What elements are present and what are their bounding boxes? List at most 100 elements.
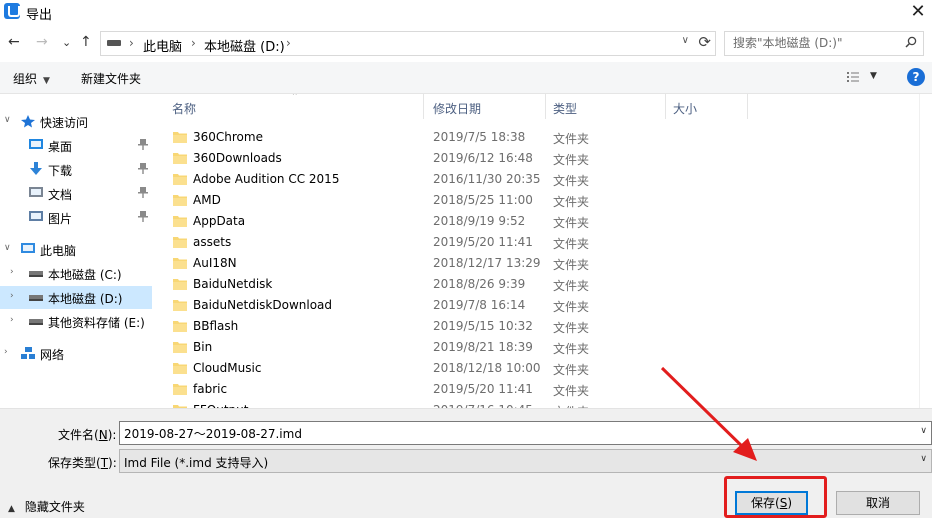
file-name: BaiduNetdisk: [193, 277, 273, 291]
hide-folders-toggle[interactable]: ▲ 隐藏文件夹: [8, 498, 85, 515]
file-row[interactable]: AMD 2018/5/25 11:00 文件夹: [153, 190, 919, 211]
sidebar-item[interactable]: › 本地磁盘 (D:): [0, 286, 152, 309]
sidebar-item-label: 下载: [48, 164, 73, 178]
column-size[interactable]: 大小: [673, 100, 697, 117]
address-bar[interactable]: › 此电脑 › 本地磁盘 (D:) › ∨ ⟳: [100, 31, 716, 56]
file-row[interactable]: BBflash 2019/5/15 10:32 文件夹: [153, 316, 919, 337]
search-icon[interactable]: [905, 36, 917, 48]
sidebar-item-label: 快速访问: [40, 116, 89, 130]
search-box[interactable]: [724, 31, 924, 56]
star-icon: [20, 114, 36, 128]
file-row[interactable]: 360Chrome 2019/7/5 18:38 文件夹: [153, 127, 919, 148]
chevron-right-icon[interactable]: ›: [10, 291, 14, 301]
sidebar-item[interactable]: ∨ 快速访问: [0, 110, 152, 133]
chevron-down-icon[interactable]: ∨: [920, 454, 927, 464]
back-button[interactable]: ←: [8, 34, 20, 50]
chevron-down-icon[interactable]: ∨: [920, 426, 927, 436]
file-modified: 2019/5/20 11:41: [433, 382, 533, 396]
file-type: 文件夹: [553, 363, 590, 377]
sidebar-item[interactable]: › 网络: [0, 342, 152, 365]
sidebar-item[interactable]: 文档: [0, 182, 152, 205]
forward-button[interactable]: →: [36, 34, 48, 50]
breadcrumb-drive-d[interactable]: 本地磁盘 (D:): [204, 36, 285, 55]
sidebar-item[interactable]: › 本地磁盘 (C:): [0, 262, 152, 285]
download-icon: [28, 162, 44, 176]
file-name: fabric: [193, 382, 228, 396]
view-options-dropdown[interactable]: ▼: [870, 71, 877, 81]
sidebar-item[interactable]: 桌面: [0, 134, 152, 157]
column-divider[interactable]: [423, 94, 424, 119]
filetype-select[interactable]: Imd File (*.imd 支持导入) ∨: [119, 449, 932, 473]
file-type: 文件夹: [553, 342, 590, 356]
file-modified: 2018/5/25 11:00: [433, 193, 533, 207]
drive-icon: [28, 314, 44, 328]
sidebar-item[interactable]: 图片: [0, 206, 152, 229]
recent-locations-button[interactable]: ⌄: [62, 36, 71, 49]
sidebar-item-label: 本地磁盘 (C:): [48, 268, 122, 282]
file-row[interactable]: Adobe Audition CC 2015 2016/11/30 20:35 文件…: [153, 169, 919, 190]
column-divider[interactable]: [665, 94, 666, 119]
drive-icon: [28, 290, 44, 304]
chevron-right-icon[interactable]: ›: [4, 347, 8, 357]
file-modified: 2018/9/19 9:52: [433, 214, 526, 228]
breadcrumb-separator[interactable]: ›: [191, 36, 196, 50]
folder-icon: [173, 130, 187, 143]
search-input[interactable]: [733, 32, 905, 54]
breadcrumb-separator[interactable]: ›: [129, 36, 134, 50]
filename-input[interactable]: [120, 422, 900, 444]
file-modified: 2019/7/5 18:38: [433, 130, 526, 144]
folder-icon: [173, 172, 187, 185]
pin-icon: [138, 186, 148, 198]
vertical-scrollbar[interactable]: [919, 94, 932, 408]
drive-icon: [28, 266, 44, 280]
filename-field[interactable]: ∨: [119, 421, 932, 445]
sidebar-item[interactable]: › 其他资料存储 (E:): [0, 310, 152, 333]
view-details-icon[interactable]: [846, 70, 860, 84]
sidebar-item-label: 网络: [40, 348, 65, 362]
caret-down-icon: ▼: [43, 76, 50, 86]
window-title: 导出: [26, 8, 53, 23]
column-name[interactable]: 名称: [172, 100, 196, 117]
sidebar-item[interactable]: ∨ 此电脑: [0, 238, 152, 261]
folder-icon: [173, 214, 187, 227]
file-type: 文件夹: [553, 195, 590, 209]
filename-label: 文件名(N):: [58, 428, 117, 442]
file-name: 360Chrome: [193, 130, 263, 144]
up-button[interactable]: ↑: [80, 34, 92, 50]
file-row[interactable]: FFOutput2019/7/16 10:45文件夹: [153, 400, 919, 408]
column-modified[interactable]: 修改日期: [433, 100, 481, 117]
file-row[interactable]: 360Downloads 2019/6/12 16:48 文件夹: [153, 148, 919, 169]
chevron-right-icon[interactable]: ›: [10, 315, 14, 325]
organize-button[interactable]: 组织 ▼: [13, 70, 50, 87]
drive-icon: [107, 40, 121, 46]
breadcrumb-this-pc[interactable]: 此电脑: [143, 36, 182, 55]
help-icon[interactable]: ?: [907, 68, 925, 86]
file-type: 文件夹: [553, 321, 590, 335]
filetype-label: 保存类型(T):: [48, 456, 117, 470]
file-row[interactable]: assets 2019/5/20 11:41 文件夹: [153, 232, 919, 253]
chevron-down-icon[interactable]: ∨: [682, 35, 689, 46]
column-divider[interactable]: [545, 94, 546, 119]
chevron-down-icon[interactable]: ∨: [4, 243, 11, 253]
file-row[interactable]: AuI18N 2018/12/17 13:29 文件夹: [153, 253, 919, 274]
cancel-button[interactable]: 取消: [836, 491, 920, 515]
file-row[interactable]: Bin 2019/8/21 18:39 文件夹: [153, 337, 919, 358]
refresh-icon[interactable]: ⟳: [698, 33, 711, 51]
breadcrumb-separator[interactable]: ›: [286, 36, 291, 50]
close-button[interactable]: ✕: [904, 0, 932, 26]
file-row[interactable]: fabric 2019/5/20 11:41 文件夹: [153, 379, 919, 400]
column-type[interactable]: 类型: [553, 100, 577, 117]
file-row[interactable]: CloudMusic 2018/12/18 10:00 文件夹: [153, 358, 919, 379]
chevron-down-icon[interactable]: ∨: [4, 115, 11, 125]
new-folder-button[interactable]: 新建文件夹: [81, 70, 141, 87]
column-divider[interactable]: [747, 94, 748, 119]
file-row[interactable]: AppData 2018/9/19 9:52 文件夹: [153, 211, 919, 232]
file-modified: 2019/5/20 11:41: [433, 235, 533, 249]
column-headers: ⌃ 名称 修改日期 类型 大小: [153, 94, 919, 119]
file-type: 文件夹: [553, 153, 590, 167]
file-row[interactable]: BaiduNetdiskDownload 2019/7/8 16:14 文件夹: [153, 295, 919, 316]
chevron-right-icon[interactable]: ›: [10, 267, 14, 277]
file-row[interactable]: BaiduNetdisk 2018/8/26 9:39 文件夹: [153, 274, 919, 295]
sidebar-item[interactable]: 下载: [0, 158, 152, 181]
file-name: AppData: [193, 214, 246, 228]
